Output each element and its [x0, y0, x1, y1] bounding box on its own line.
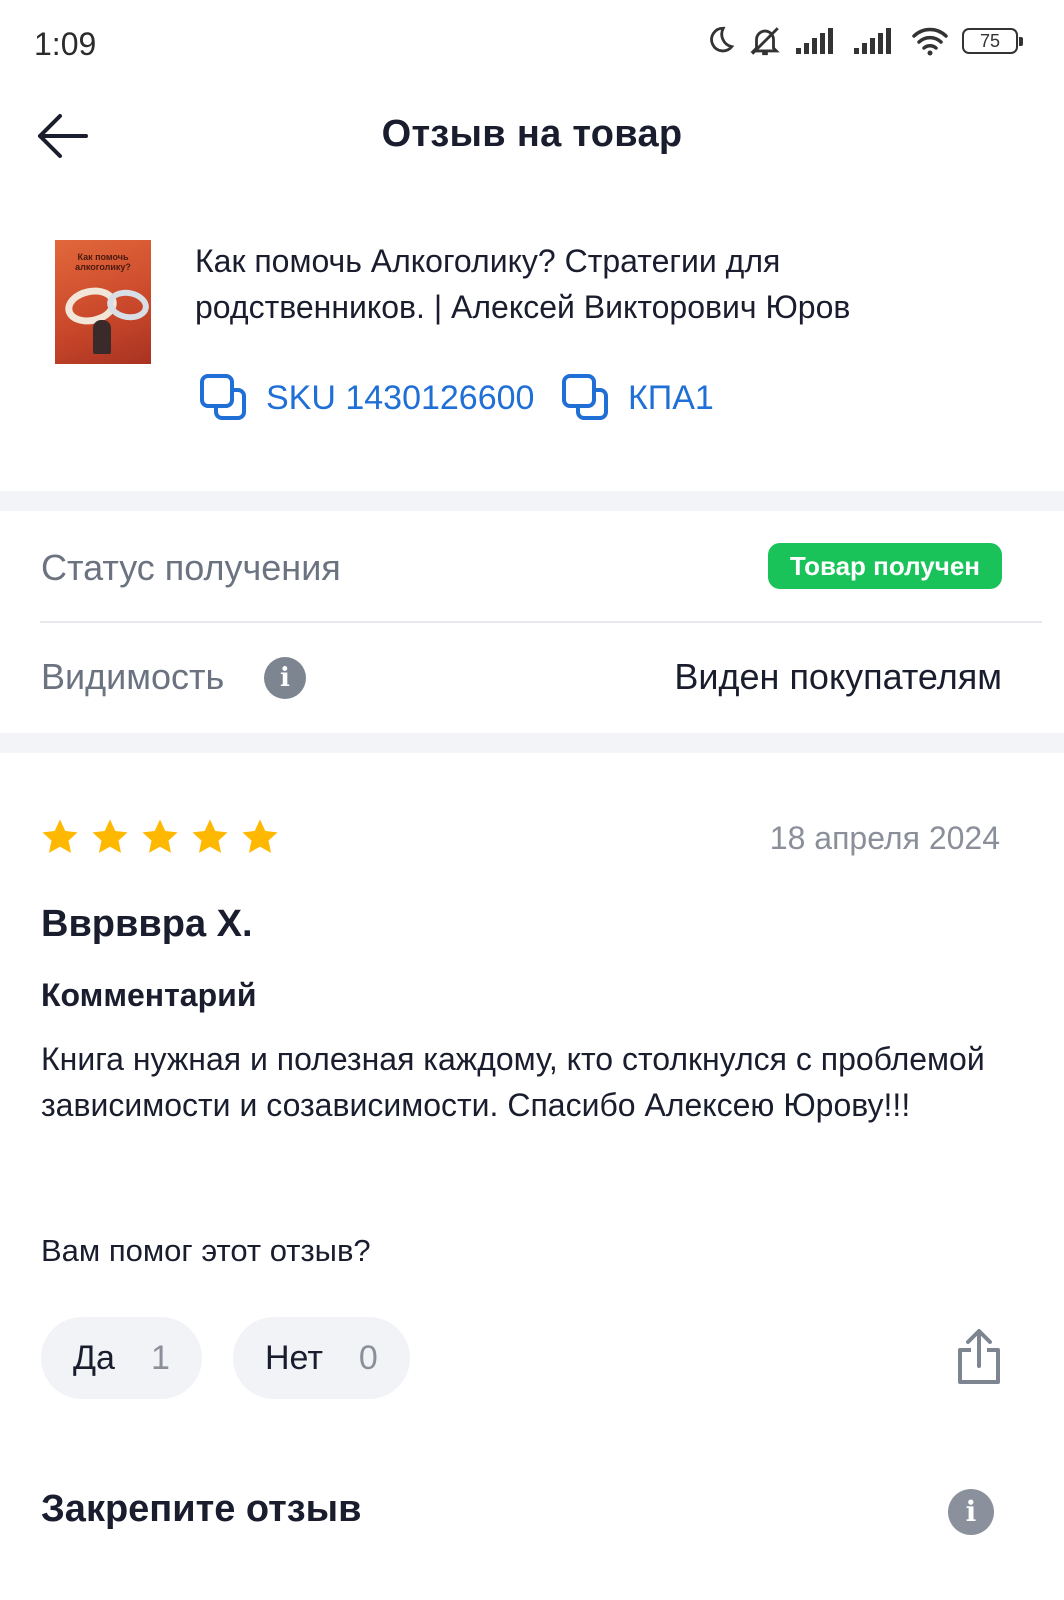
product-name[interactable]: Как помочь Алкоголику? Стратегии для род… — [195, 238, 1015, 330]
section-separator — [0, 733, 1064, 753]
product-cover-image[interactable]: Как помочь алкоголику? — [55, 240, 151, 364]
vote-yes-count: 1 — [150, 1338, 170, 1377]
page-title: Отзыв на товар — [381, 113, 683, 155]
rating-stars — [40, 817, 280, 857]
comment-text: Книга нужная и полезная каждому, кто сто… — [41, 1041, 985, 1123]
visibility-label: Видимость — [41, 656, 225, 697]
vote-yes-button[interactable]: Да 1 — [41, 1317, 202, 1399]
status-time: 1:09 — [34, 26, 97, 62]
pin-review-title: Закрепите отзыв — [41, 1488, 362, 1530]
battery-icon: 75 — [962, 28, 1023, 54]
vote-yes-label: Да — [73, 1338, 115, 1377]
star-icon — [242, 819, 278, 853]
copy-code-button[interactable]: КПА1 — [560, 372, 714, 424]
product-code-text: КПА1 — [628, 378, 714, 417]
divider — [40, 621, 1042, 623]
info-icon[interactable]: i — [264, 657, 306, 699]
visibility-value: Виден покупателям — [674, 656, 1002, 697]
moon-icon — [710, 26, 735, 53]
wifi-icon — [912, 27, 948, 56]
bell-muted-icon — [750, 27, 780, 56]
copy-sku-button[interactable]: SKU 1430126600 — [198, 372, 534, 424]
cover-title: Как помочь алкоголику? — [75, 252, 131, 272]
comment-label: Комментарий — [41, 977, 257, 1013]
signal-icon — [796, 28, 833, 54]
info-icon[interactable]: i — [948, 1489, 994, 1535]
review-author: Ввpввpa X. — [41, 903, 253, 945]
sku-text: SKU 1430126600 — [266, 378, 535, 417]
figure-graphic — [93, 320, 111, 354]
vote-no-label: Нет — [265, 1338, 323, 1377]
status-icons: 75 — [702, 24, 1023, 58]
vote-no-button[interactable]: Нет 0 — [233, 1317, 410, 1399]
helpful-question: Вам помог этот отзыв? — [41, 1233, 371, 1268]
star-icon — [42, 819, 78, 853]
star-icon — [92, 819, 128, 853]
review-date: 18 апреля 2024 — [769, 820, 1000, 856]
copy-icon — [562, 374, 608, 420]
copy-icon — [200, 374, 246, 420]
status-label: Статус получения — [41, 547, 341, 588]
share-icon[interactable] — [954, 1328, 1004, 1386]
section-separator — [0, 491, 1064, 511]
star-icon — [192, 819, 228, 853]
star-icon — [142, 819, 178, 853]
vote-no-count: 0 — [358, 1338, 378, 1377]
status-badge: Товар получен — [767, 543, 1002, 589]
signal-icon-2 — [854, 28, 891, 54]
